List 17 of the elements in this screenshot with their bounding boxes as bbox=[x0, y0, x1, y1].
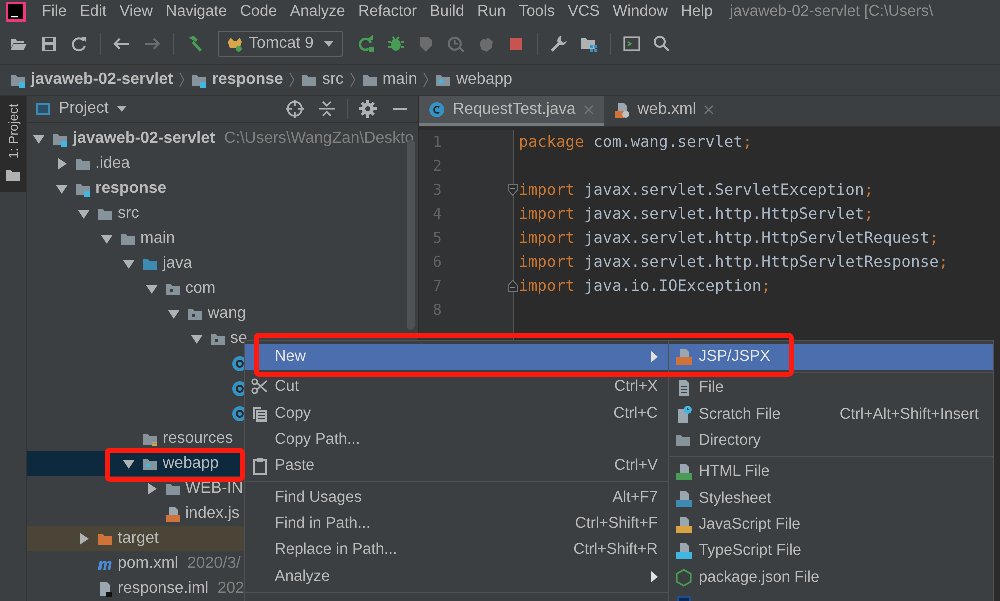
shortcut-label: Ctrl+Shift+R bbox=[574, 541, 658, 560]
shortcut-label: Ctrl+V bbox=[614, 457, 658, 476]
shortcut-label: Ctrl+Shift+F bbox=[575, 514, 658, 533]
path-hint: C:\Users\WangZan\Deskto bbox=[224, 130, 414, 148]
code-line: import javax.servlet.ServletException; bbox=[519, 181, 874, 199]
shortcut-label: Ctrl+X bbox=[614, 378, 658, 396]
shortcut-label: Alt+F7 bbox=[612, 488, 658, 507]
code-line: import java.io.IOException; bbox=[519, 277, 771, 295]
code-line: import javax.servlet.http.HttpServletResponse; bbox=[519, 253, 948, 271]
shortcut-label: Ctrl+C bbox=[614, 404, 658, 423]
window-title: javaweb-02-servlet [C:\Users\ bbox=[730, 3, 934, 21]
code-line: import javax.servlet.http.HttpServlet; bbox=[519, 205, 874, 223]
shortcut-label: Ctrl+Alt+Shift+Insert bbox=[840, 406, 979, 424]
path-hint: 202 bbox=[218, 580, 244, 598]
code-line: package com.wang.servlet; bbox=[519, 133, 752, 151]
code-line: import javax.servlet.http.HttpServletRequest; bbox=[519, 229, 939, 247]
path-hint: 2020/3/ bbox=[187, 554, 241, 572]
